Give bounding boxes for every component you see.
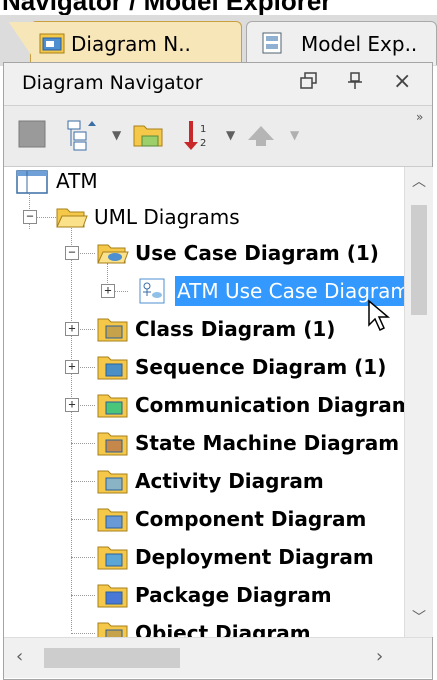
diagram-type-glyph (105, 363, 123, 377)
diagram-folder-icon (97, 508, 128, 532)
sort-icon[interactable]: 1 2 (180, 118, 214, 152)
model-explorer-icon (262, 32, 282, 54)
open-folder-icon[interactable] (132, 118, 166, 152)
tree-label: Sequence Diagram (1) (135, 355, 387, 379)
restore-icon[interactable] (300, 71, 318, 95)
tree-node-atm-use-case-diagram[interactable]: ATM Use Case Diagram (137, 274, 404, 308)
tree-label: Package Diagram (135, 583, 332, 607)
scroll-right-icon[interactable]: › (376, 646, 383, 667)
scroll-up-icon[interactable]: ︿ (412, 171, 426, 191)
tree-label: Object Diagram (135, 621, 311, 637)
up-dropdown-icon[interactable]: ▼ (290, 128, 299, 142)
diagram-type-glyph (105, 439, 123, 453)
diagram-navigator-panel: Diagram Navigator × ▼ 1 2 ▼ ▼ » ATM − UM… (3, 62, 433, 680)
tree-node-use-case-diagram[interactable]: Use Case Diagram (1) (97, 236, 379, 270)
pin-icon[interactable] (347, 71, 363, 95)
tree-label: ATM (56, 169, 98, 193)
tree-node-diagram-type[interactable]: Component Diagram (97, 502, 366, 536)
mouse-cursor-icon (368, 299, 391, 332)
diagram-type-glyph (105, 477, 123, 491)
svg-text:2: 2 (200, 138, 206, 149)
tab-label: Diagram N.. (71, 31, 191, 56)
new-diagram-icon[interactable] (16, 118, 50, 152)
tree-node-uml-diagrams[interactable]: UML Diagrams (56, 200, 240, 234)
project-icon (16, 170, 48, 194)
diagram-folder-icon (97, 394, 128, 418)
tree-node-diagram-type[interactable]: Deployment Diagram (97, 540, 374, 574)
tab-bar: Diagram N.. Model Exp.. (0, 15, 437, 66)
tree-root-atm[interactable]: ATM (14, 167, 98, 198)
collapse-toggle[interactable]: − (23, 210, 37, 224)
panel-header: Diagram Navigator × (4, 63, 432, 106)
diagram-folder-icon (97, 432, 128, 456)
tab-diagram-navigator[interactable]: Diagram N.. (9, 21, 242, 66)
diagram-type-glyph (105, 515, 123, 529)
diagram-folder-icon (97, 470, 128, 494)
close-icon[interactable]: × (393, 69, 411, 94)
diagram-type-glyph (105, 591, 123, 605)
diagram-folder-icon (97, 622, 128, 637)
tab-model-explorer[interactable]: Model Exp.. (246, 21, 437, 65)
diagram-folder-icon (97, 546, 128, 570)
tree-node-diagram-type[interactable]: Sequence Diagram (1) (97, 350, 386, 384)
diagram-type-glyph (105, 325, 123, 339)
organize-dropdown-icon[interactable]: ▼ (112, 128, 121, 142)
organize-icon[interactable] (66, 118, 100, 152)
tree-label: Component Diagram (135, 507, 367, 531)
tree-node-diagram-type[interactable]: Activity Diagram (97, 464, 324, 498)
vertical-scroll-thumb[interactable] (411, 205, 427, 315)
expand-toggle[interactable]: + (65, 398, 79, 412)
horizontal-scrollbar[interactable]: ‹ › (4, 637, 432, 678)
use-case-folder-icon (97, 244, 129, 264)
scroll-left-icon[interactable]: ‹ (16, 646, 23, 667)
up-arrow-icon[interactable] (244, 118, 278, 152)
tree-label: Deployment Diagram (135, 545, 374, 569)
tree-label: Activity Diagram (135, 469, 324, 493)
tree-label: UML Diagrams (94, 205, 240, 229)
folder-open-icon (56, 208, 88, 228)
tree-node-diagram-type[interactable]: Class Diagram (1) (97, 312, 335, 346)
diagram-type-glyph (105, 629, 123, 637)
sort-dropdown-icon[interactable]: ▼ (226, 128, 235, 142)
tree-label: Communication Diagram (135, 393, 404, 417)
tab-label: Model Exp.. (301, 31, 418, 56)
svg-text:1: 1 (200, 124, 206, 135)
navigator-toolbar: ▼ 1 2 ▼ ▼ » (4, 106, 432, 167)
diagram-folder-icon (97, 584, 128, 608)
tree-node-diagram-type[interactable]: Communication Diagram (97, 388, 404, 422)
tree-node-diagram-type[interactable]: State Machine Diagram (97, 426, 399, 460)
diagram-type-glyph (105, 553, 123, 567)
use-case-diagram-icon (139, 278, 165, 304)
toolbar-overflow-icon[interactable]: » (416, 110, 423, 124)
tree-node-diagram-type[interactable]: Object Diagram (97, 616, 311, 637)
collapse-toggle[interactable]: − (65, 246, 79, 260)
tree-label: Class Diagram (1) (135, 317, 336, 341)
expand-toggle[interactable]: + (65, 360, 79, 374)
vertical-scrollbar[interactable]: ︿ ﹀ (404, 167, 433, 637)
tree-node-diagram-type[interactable]: Package Diagram (97, 578, 332, 612)
expand-toggle[interactable]: + (101, 284, 115, 298)
diagram-type-glyph (105, 401, 123, 415)
diagram-tree: ATM − UML Diagrams − Use Case Diagram (1… (4, 167, 404, 637)
tree-label: Use Case Diagram (1) (135, 241, 379, 265)
panel-title: Diagram Navigator (22, 72, 203, 94)
diagram-folder-icon (97, 318, 128, 342)
diagram-folder-icon (97, 356, 128, 380)
expand-toggle[interactable]: + (65, 322, 79, 336)
diagram-navigator-icon (39, 33, 65, 54)
scroll-down-icon[interactable]: ﹀ (412, 607, 426, 627)
horizontal-scroll-thumb[interactable] (44, 648, 180, 668)
tree-label: State Machine Diagram (135, 431, 400, 455)
